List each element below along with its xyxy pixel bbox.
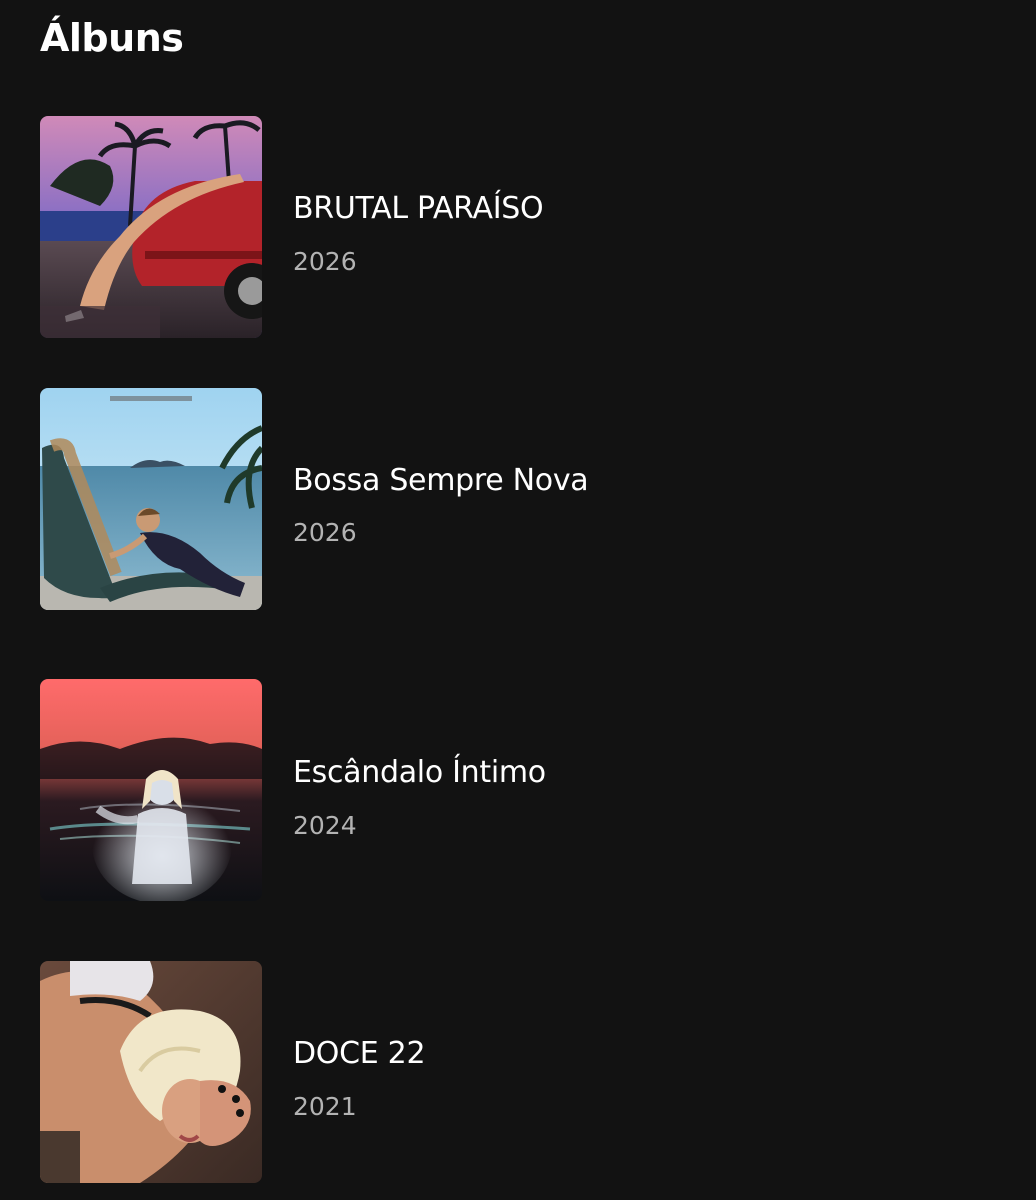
- album-list-item[interactable]: BRUTAL PARAÍSO 2026: [0, 116, 1036, 340]
- album-title: BRUTAL PARAÍSO: [293, 191, 544, 226]
- album-cover-doce-22[interactable]: [40, 961, 262, 1183]
- album-list-item[interactable]: Bossa Sempre Nova 2026: [0, 388, 1036, 612]
- album-year: 2026: [293, 247, 357, 276]
- album-year: 2021: [293, 1092, 357, 1121]
- album-title: Escândalo Íntimo: [293, 755, 546, 790]
- album-list-item[interactable]: Escândalo Íntimo 2024: [0, 679, 1036, 903]
- album-cover-brutal-paraiso[interactable]: [40, 116, 262, 338]
- album-cover-escandalo-intimo[interactable]: [40, 679, 262, 901]
- album-cover-bossa-sempre-nova[interactable]: [40, 388, 262, 610]
- album-title: DOCE 22: [293, 1036, 426, 1071]
- section-title: Álbuns: [40, 16, 184, 60]
- album-year: 2026: [293, 518, 357, 547]
- album-list-item[interactable]: DOCE 22 2021: [0, 961, 1036, 1185]
- album-title: Bossa Sempre Nova: [293, 463, 589, 498]
- album-year: 2024: [293, 811, 357, 840]
